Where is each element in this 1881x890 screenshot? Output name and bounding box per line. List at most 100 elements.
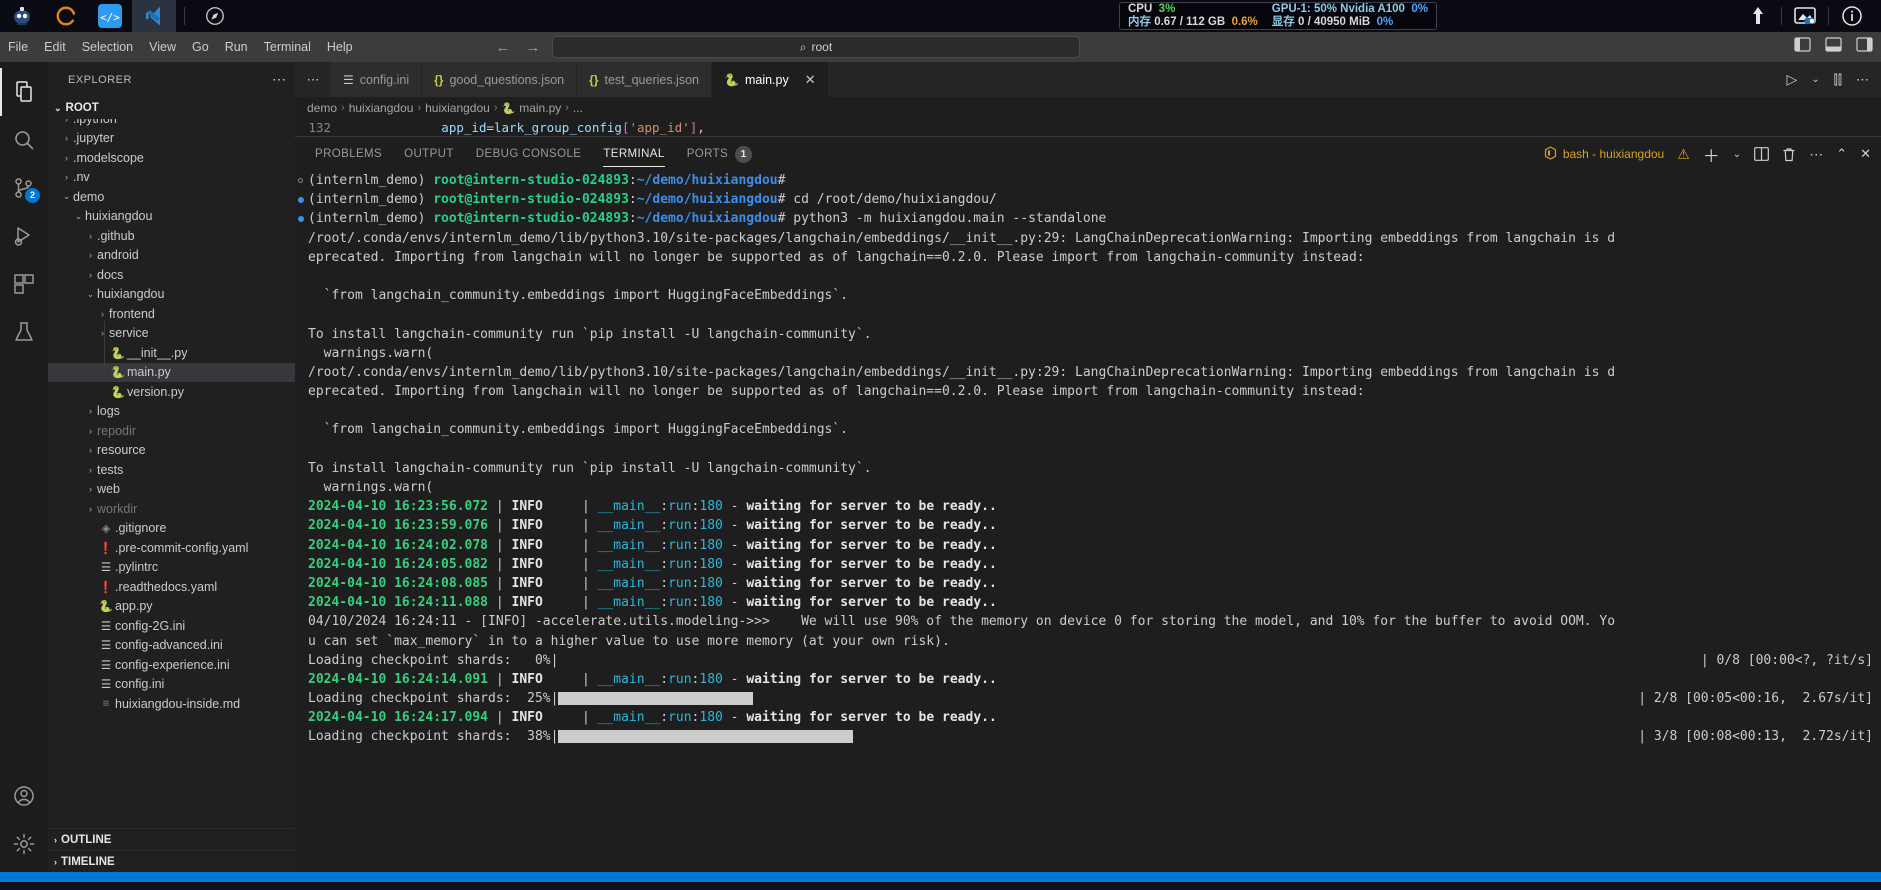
menu-edit[interactable]: Edit [36,36,74,58]
go-back-icon[interactable]: ← [494,39,512,56]
tree-folder-service[interactable]: › service [48,324,295,344]
tree-folder-huixiangdou[interactable]: ⌄ huixiangdou [48,285,295,305]
terminal-instance-selector[interactable]: bash - huixiangdou [1544,145,1664,163]
menu-terminal[interactable]: Terminal [256,36,319,58]
split-terminal-icon[interactable] [1754,147,1770,161]
explorer-root-section[interactable]: ⌄ ROOT [48,97,295,119]
tab-test-queries-json[interactable]: {} test_queries.json [577,62,712,97]
code-token: app [351,120,464,135]
tree-file-config-advanced-ini[interactable]: ›☰config-advanced.ini [48,636,295,656]
tree-folder--github[interactable]: › .github [48,226,295,246]
tree-folder-docs[interactable]: › docs [48,265,295,285]
panel-tab-ports[interactable]: PORTS 1 [687,137,753,171]
tree-folder-logs[interactable]: › logs [48,402,295,422]
app-icon-bot[interactable] [0,0,44,32]
panel-tab-problems[interactable]: PROBLEMS [315,137,382,171]
menu-run[interactable]: Run [217,36,256,58]
toggle-secondary-sidebar-icon[interactable] [1856,37,1873,57]
menu-help[interactable]: Help [319,36,361,58]
activity-accounts[interactable] [0,772,48,820]
tree-folder-huixiangdou[interactable]: ⌄ huixiangdou [48,207,295,227]
tree-folder-workdir[interactable]: › workdir [48,499,295,519]
toggle-panel-icon[interactable] [1825,37,1842,57]
tree-folder--jupyter[interactable]: › .jupyter [48,129,295,149]
tree-folder-repodir[interactable]: › repodir [48,421,295,441]
tree-file-config-ini[interactable]: ›☰config.ini [48,675,295,695]
terminal-text: - [722,595,747,611]
toggle-primary-sidebar-icon[interactable] [1794,37,1811,57]
activity-extensions[interactable] [0,260,48,308]
menu-file[interactable]: File [0,36,36,58]
app-icon-conda[interactable] [44,0,88,32]
activity-explorer[interactable] [0,68,48,116]
quick-input-search-bar[interactable]: ⌕ root [552,36,1080,58]
activity-testing[interactable] [0,308,48,356]
display-toggle-icon[interactable] [1782,0,1828,32]
close-icon[interactable]: ✕ [805,72,816,88]
info-icon[interactable] [1829,0,1875,32]
tree-folder--ipython[interactable]: ›.ipython [48,119,295,129]
warning-icon[interactable]: ⚠ [1677,146,1690,163]
panel-tab-debug-console[interactable]: DEBUG CONSOLE [476,137,582,171]
new-terminal-icon[interactable]: ＋ [1703,142,1720,167]
tree-folder-web[interactable]: › web [48,480,295,500]
maximize-panel-icon[interactable]: ⌃ [1836,146,1847,162]
terminal-output[interactable]: (internlm_demo) root@intern-studio-02489… [295,171,1881,872]
menu-go[interactable]: Go [184,36,217,58]
breadcrumb-item-main-py[interactable]: main.py [519,101,561,115]
menu-view[interactable]: View [141,36,184,58]
breadcrumb-item-ellipsis[interactable]: ... [573,101,583,115]
app-icon-code-server[interactable]: </> [88,0,132,32]
menu-selection[interactable]: Selection [74,36,141,58]
more-editor-actions-icon[interactable]: ⋯ [1856,72,1869,88]
terminal-text: | [488,518,512,534]
tree-file--gitignore[interactable]: ›◈.gitignore [48,519,295,539]
tree-file--pre-commit-config-yaml[interactable]: ›❗.pre-commit-config.yaml [48,538,295,558]
tabs-overflow-icon[interactable]: ⋯ [295,62,331,97]
tab-config-ini[interactable]: ☰ config.ini [331,62,423,97]
network-upload-icon[interactable] [1735,0,1781,32]
tree-folder-demo[interactable]: ⌄ demo [48,187,295,207]
tree-folder--nv[interactable]: › .nv [48,168,295,188]
tree-file-config-2g-ini[interactable]: ›☰config-2G.ini [48,616,295,636]
tree-folder-frontend[interactable]: › frontend [48,304,295,324]
tree-folder-resource[interactable]: › resource [48,441,295,461]
run-python-file-icon[interactable]: ▷ [1787,71,1798,88]
go-forward-icon[interactable]: → [524,39,542,56]
breadcrumb-item-demo[interactable]: demo [307,101,337,115]
tree-file---init---py[interactable]: ›🐍__init__.py [48,343,295,363]
app-icon-vscode[interactable] [132,0,176,32]
tree-folder--modelscope[interactable]: › .modelscope [48,148,295,168]
tree-file--readthedocs-yaml[interactable]: ›❗.readthedocs.yaml [48,577,295,597]
terminal-text: waiting for server to be ready.. [746,537,997,553]
tab-main-py[interactable]: 🐍 main.py ✕ [712,62,829,97]
panel-tab-terminal[interactable]: TERMINAL [603,137,666,171]
panel-tab-label: DEBUG CONSOLE [475,148,582,160]
activity-settings-gear[interactable] [0,820,48,868]
tree-file--pylintrc[interactable]: ›☰.pylintrc [48,558,295,578]
breadcrumb-item-huixiangdou-2[interactable]: huixiangdou [425,101,490,115]
tree-folder-android[interactable]: › android [48,246,295,266]
tree-file-main-py[interactable]: ›🐍main.py [48,362,295,382]
app-icon-compass[interactable] [193,0,237,32]
panel-tab-output[interactable]: OUTPUT [404,137,454,171]
split-editor-right-icon[interactable]: ⫿⫿ [1834,72,1842,88]
tree-file-app-py[interactable]: ›🐍app.py [48,597,295,617]
terminal-more-actions-icon[interactable]: ⋯ [1809,146,1823,163]
sidebar-section-outline[interactable]: › OUTLINE [48,828,295,850]
breadcrumb-item-huixiangdou-1[interactable]: huixiangdou [349,101,414,115]
sidebar-section-timeline[interactable]: › TIMELINE [48,850,295,872]
tree-file-huixiangdou-inside-md[interactable]: ›≡huixiangdou-inside.md [48,694,295,714]
activity-run-debug[interactable] [0,212,48,260]
tree-file-version-py[interactable]: ›🐍version.py [48,382,295,402]
tree-file-config-experience-ini[interactable]: ›☰config-experience.ini [48,655,295,675]
tab-good-questions-json[interactable]: {} good_questions.json [422,62,578,97]
tree-folder-tests[interactable]: › tests [48,460,295,480]
activity-search[interactable] [0,116,48,164]
activity-source-control[interactable]: 2 [0,164,48,212]
close-panel-icon[interactable]: ✕ [1860,146,1871,162]
explorer-more-actions-icon[interactable]: ⋯ [272,71,287,88]
terminal-profile-chevron-icon[interactable]: ⌄ [1733,149,1741,160]
run-options-chevron-icon[interactable]: ⌄ [1811,74,1819,85]
kill-terminal-icon[interactable] [1782,147,1796,162]
